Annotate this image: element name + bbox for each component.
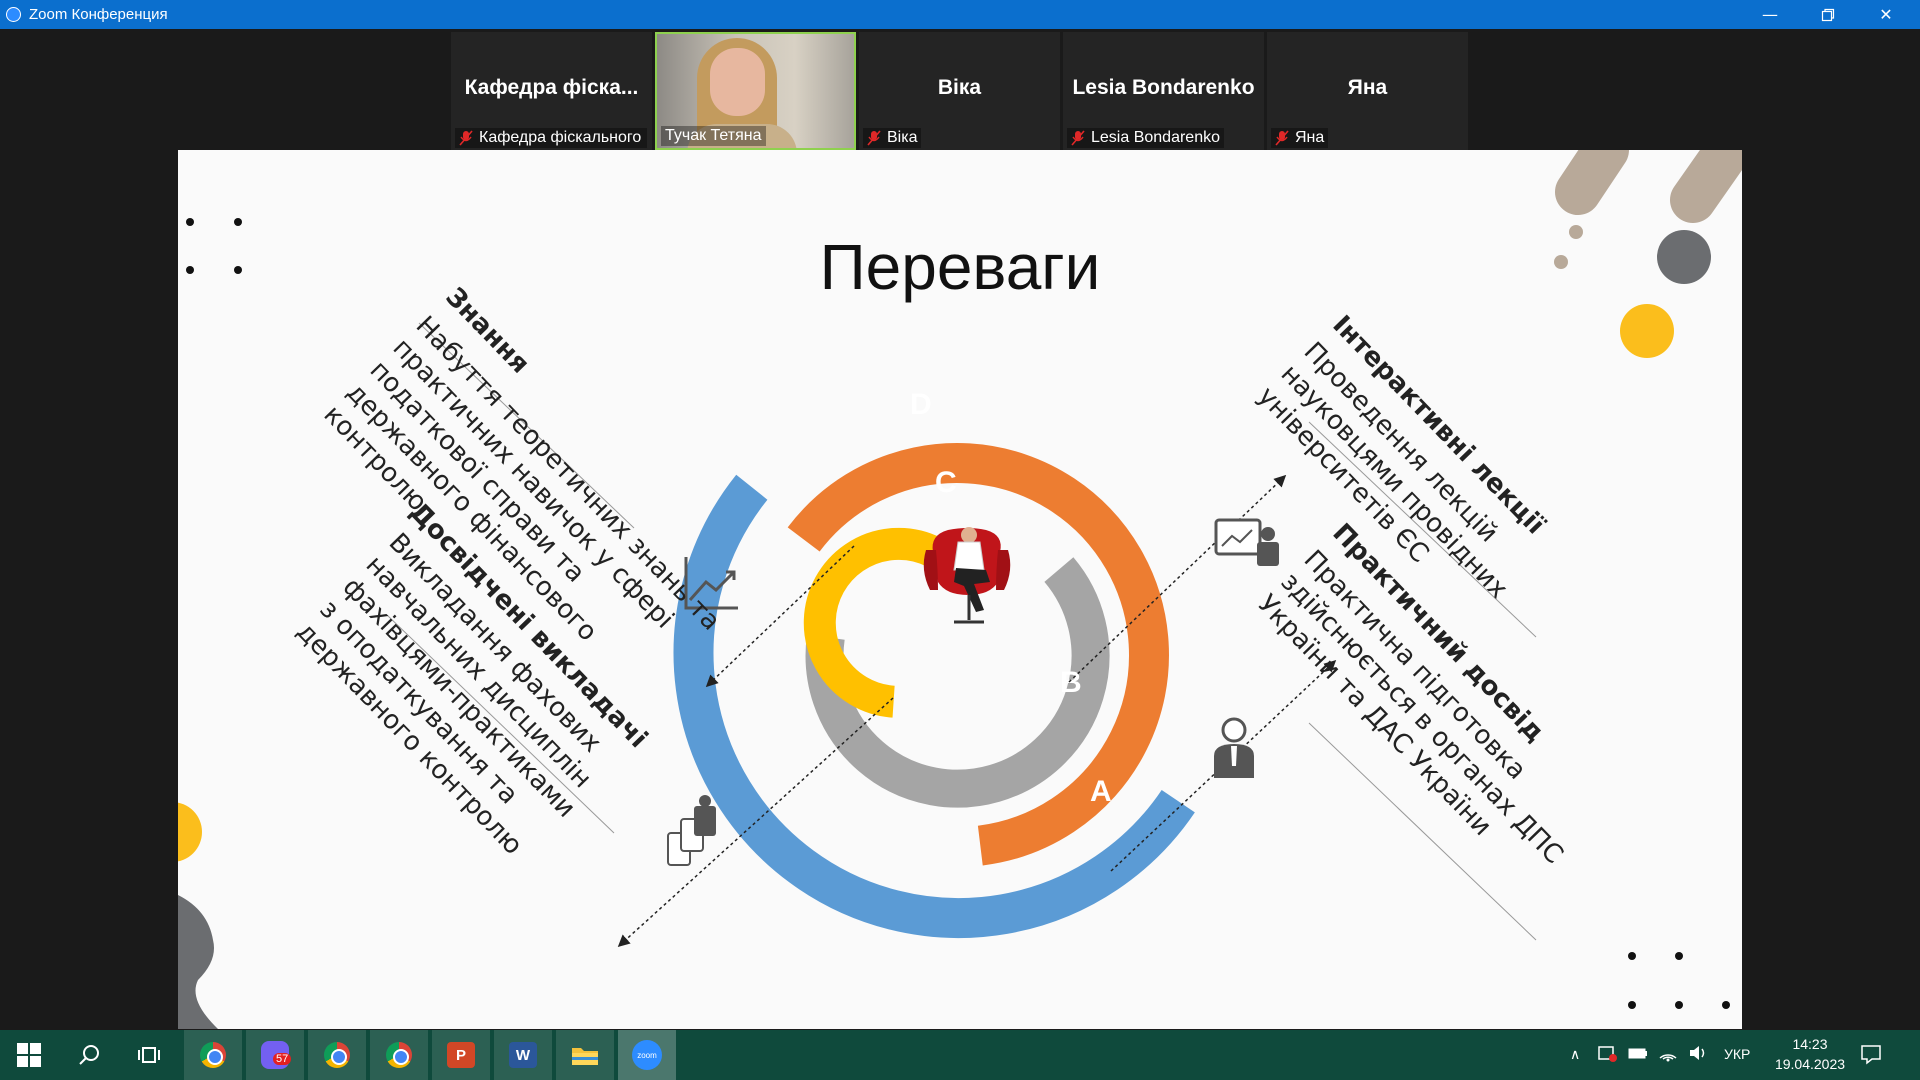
ring-label-b: B: [1060, 666, 1082, 699]
window-title-bar: Zoom Конференция — ✕: [0, 0, 1920, 29]
ring-diagram: [673, 443, 1195, 939]
clock-time: 14:23: [1792, 1036, 1828, 1052]
participant-name-label: Яна: [1271, 128, 1329, 148]
muted-mic-icon: [1071, 130, 1085, 146]
team-icon: [667, 795, 716, 866]
chrome-icon: [324, 1042, 350, 1068]
presenter-board-icon: [1214, 518, 1279, 566]
decor-yellow-left: [178, 802, 202, 862]
participant-name: Віка: [887, 129, 918, 146]
taskbar-chrome-2[interactable]: [370, 1030, 428, 1080]
clock-date: 19.04.2023: [1774, 1056, 1846, 1072]
notification-badge: 57: [273, 1053, 292, 1065]
search-icon: [79, 1045, 99, 1065]
clock[interactable]: 14:23 19.04.2023: [1770, 1036, 1850, 1072]
language-indicator[interactable]: УКР: [1724, 1046, 1750, 1062]
window-title: Zoom Конференция: [29, 6, 168, 23]
ring-label-d: D: [910, 388, 932, 421]
participant-name: Яна: [1295, 129, 1325, 146]
volume-icon[interactable]: [1688, 1044, 1708, 1065]
slide-title: Переваги: [819, 231, 1101, 303]
powerpoint-icon: P: [447, 1042, 475, 1068]
muted-mic-icon: [1275, 130, 1289, 146]
notification-center-icon[interactable]: [1860, 1043, 1882, 1068]
participant-tile[interactable]: Віка Віка: [859, 32, 1060, 150]
muted-mic-icon: [459, 130, 473, 146]
taskbar-word[interactable]: W: [494, 1030, 552, 1080]
taskbar-powerpoint[interactable]: P: [432, 1030, 490, 1080]
meeting-area: Кафедра фіска... Кафедра фіскального ...…: [0, 29, 1920, 1029]
participant-display-name: Віка: [937, 76, 982, 99]
search-button[interactable]: [60, 1030, 118, 1080]
muted-mic-icon: [867, 130, 881, 146]
participant-display-name: Яна: [1347, 76, 1388, 99]
battery-icon[interactable]: [1628, 1045, 1648, 1064]
zoom-app-icon: zoom: [632, 1040, 662, 1070]
restore-button[interactable]: [1799, 0, 1857, 29]
minimize-button[interactable]: —: [1741, 0, 1799, 29]
video-face: [710, 48, 765, 116]
participant-name: Тучак Тетяна: [665, 127, 762, 144]
taskbar-chrome-profile[interactable]: [308, 1030, 366, 1080]
ring-label-c: C: [935, 466, 957, 499]
chrome-icon: [200, 1042, 226, 1068]
word-icon: W: [509, 1042, 537, 1068]
restore-icon: [1821, 8, 1835, 21]
folder-icon: [572, 1048, 598, 1065]
participant-tile[interactable]: Яна Яна: [1267, 32, 1468, 150]
shared-slide: D B C A Переваги Знання Набуття теоретич…: [178, 150, 1742, 1029]
windows-taskbar: 57 P W zoom ∧ УКР 14:23 19.04.2023: [0, 1030, 1920, 1080]
participant-tile[interactable]: Кафедра фіска... Кафедра фіскального ...: [451, 32, 652, 150]
chrome-icon: [386, 1042, 412, 1068]
close-button[interactable]: ✕: [1857, 0, 1915, 29]
participant-video-tile[interactable]: Тучак Тетяна: [655, 32, 856, 150]
windows-start-button[interactable]: [0, 1030, 58, 1080]
tray-overflow-icon[interactable]: ∧: [1570, 1046, 1580, 1063]
taskbar-zoom[interactable]: zoom: [618, 1030, 676, 1080]
participant-name: Кафедра фіскального ...: [479, 129, 647, 146]
taskbar-chrome[interactable]: [184, 1030, 242, 1080]
zoom-logo-icon: [6, 7, 21, 22]
task-view-icon: [138, 1047, 160, 1063]
dot-grid-bottom-right: [1628, 952, 1730, 1009]
participant-display-name: Кафедра фіска...: [464, 76, 639, 99]
taskbar-viber[interactable]: 57: [246, 1030, 304, 1080]
participant-name-label: Віка: [863, 128, 922, 148]
viber-icon: 57: [261, 1041, 292, 1069]
participant-display-name: Lesia Bondarenko: [1072, 76, 1255, 99]
windows-logo-icon: [17, 1043, 41, 1067]
businessman-icon: [1214, 717, 1254, 778]
participant-name-label: Lesia Bondarenko: [1067, 128, 1224, 148]
person-in-chair-icon: [923, 527, 1011, 624]
task-view-button[interactable]: [120, 1030, 178, 1080]
decor-gray-left: [178, 895, 218, 1029]
taskbar-file-explorer[interactable]: [556, 1030, 614, 1080]
wifi-icon[interactable]: [1658, 1044, 1678, 1065]
participant-name: Lesia Bondarenko: [1091, 129, 1220, 146]
participant-tile[interactable]: Lesia Bondarenko Lesia Bondarenko: [1063, 32, 1264, 150]
meet-now-icon[interactable]: [1598, 1044, 1618, 1065]
participant-strip: Кафедра фіска... Кафедра фіскального ...…: [451, 32, 1469, 150]
participant-name-label: Тучак Тетяна: [661, 126, 766, 146]
participant-name-label: Кафедра фіскального ...: [455, 128, 647, 148]
ring-label-a: A: [1090, 775, 1112, 808]
